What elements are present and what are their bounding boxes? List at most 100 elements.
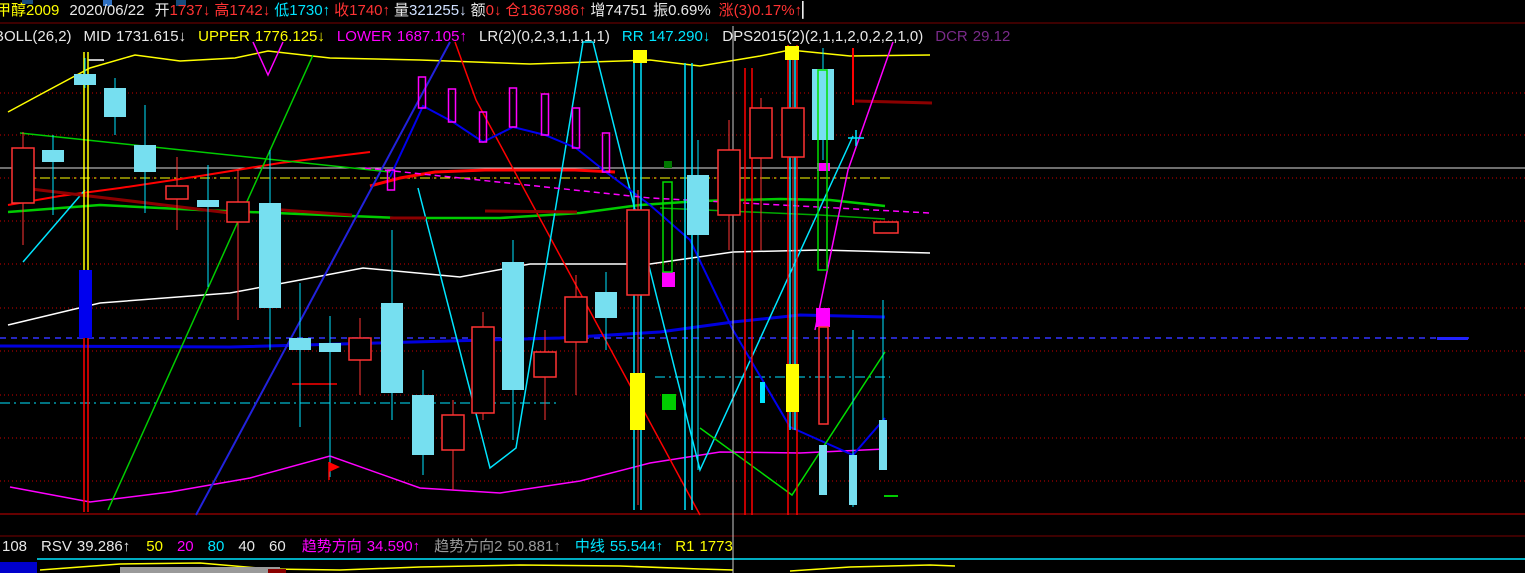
quote-segment: 低	[274, 2, 290, 19]
candle-body	[626, 209, 650, 296]
cyan-mini-bar	[819, 445, 827, 495]
candle-body	[502, 262, 524, 390]
candle-body	[104, 88, 126, 117]
boll-param-segment: LR(2)(0,2,3,1,1,1,1)	[478, 28, 610, 45]
magenta-range-bar	[447, 88, 457, 123]
sub-pane-blue-block	[0, 562, 37, 573]
candle-body	[134, 145, 156, 172]
green-trend-down	[19, 132, 391, 173]
boll-param-segment: UPPER	[198, 28, 250, 45]
quote-segment: 高	[214, 2, 230, 19]
sub-pane-gray-area	[120, 567, 280, 573]
signal-yellow-bar	[630, 373, 645, 430]
candle-body	[319, 343, 341, 352]
boll-mid-line	[7, 249, 931, 326]
quote-segment: 1740↑	[349, 2, 391, 19]
blue-segment-right	[1437, 337, 1468, 340]
quote-segment: 开	[154, 2, 170, 19]
signal-yellow-top	[633, 50, 647, 63]
candle-body	[533, 351, 557, 378]
quote-segment: 0.69%	[668, 2, 711, 19]
quote-segment: 收	[334, 2, 350, 19]
magenta-range-bar	[508, 87, 518, 128]
sub-indicator-segment: 50.881↑	[507, 538, 561, 555]
candle-body	[749, 107, 773, 159]
quote-segment: 1742↓	[229, 2, 271, 19]
sub-indicator-segment: 80	[207, 538, 225, 555]
candle-body	[348, 337, 372, 361]
candle-body	[412, 395, 434, 455]
quote-segment: 额	[470, 2, 486, 19]
sub-yellow-curve-2	[789, 564, 956, 572]
candle-body	[74, 74, 96, 85]
candle-body	[289, 338, 311, 350]
candle-body	[564, 296, 588, 343]
indicator-params-bar: BOLL(26,2) MID 1731.615↓ UPPER 1776.125↓ LOWE…	[0, 27, 1010, 47]
signal-blue-bar	[79, 270, 92, 338]
blue-trendline	[195, 41, 451, 516]
quote-segment: 振	[653, 2, 669, 19]
quote-segment: 仓	[505, 2, 521, 19]
sub-indicator-segment: 39.286↑	[76, 538, 131, 555]
candle-body	[381, 303, 403, 393]
cyan-mini-bar	[849, 455, 857, 505]
candle-body	[259, 203, 281, 308]
signal-green-dot	[664, 161, 672, 168]
quote-segment: 涨(3)	[718, 2, 753, 19]
quote-segment: 2020/06/22	[69, 2, 145, 19]
maroon-seg-4	[484, 209, 578, 214]
candle-body	[471, 326, 495, 414]
candle-body	[595, 292, 617, 318]
boll-param-segment: MID	[83, 28, 112, 45]
sub-indicator-segment: 55.544↑	[609, 538, 664, 555]
sub-indicator-bar: 108 RSV 39.286↑ 50 20 80 40 60 趋势方向 34.590↑ 趋势方向2 5…	[2, 537, 733, 557]
sub-indicator-segment: 50	[146, 538, 163, 555]
quote-segment: 1730↑	[289, 2, 331, 19]
boll-param-segment: RR	[621, 28, 644, 45]
boll-param-segment: 1731.615↓	[116, 28, 187, 45]
signal-green-column	[662, 181, 673, 273]
sub-indicator-segment: 60	[269, 538, 286, 555]
green-trend-up	[107, 54, 314, 511]
candle-body	[11, 147, 35, 204]
quote-segment: 增	[590, 2, 606, 19]
boll-param-segment: DCR	[935, 28, 968, 45]
magenta-range-bar	[571, 107, 581, 149]
magenta-dashed-line	[364, 167, 931, 214]
boll-param-segment: DPS2015(2)(2,1,1,2,0,2,2,1,0)	[722, 28, 924, 45]
flag-marker	[329, 462, 340, 472]
boll-param-segment: 147.290↓	[648, 28, 711, 45]
candle-body	[197, 200, 219, 207]
signal-magenta-bar	[662, 272, 675, 287]
candle-body	[812, 69, 834, 140]
sub-indicator-segment: 1773	[699, 538, 733, 555]
cyan-mini-bar	[760, 382, 765, 403]
chart-canvas[interactable]	[0, 0, 1525, 573]
sub-indicator-segment: 40	[238, 538, 256, 555]
signal-green-bar	[662, 394, 676, 410]
sub-indicator-segment: 趋势方向2	[434, 538, 503, 555]
boll-param-segment: LOWER	[336, 28, 392, 45]
quote-segment: 74751	[605, 2, 648, 19]
sub-indicator-segment: 34.590↑	[366, 538, 421, 555]
sub-indicator-segment: R1	[675, 538, 695, 555]
sub-indicator-segment: 108	[2, 538, 28, 555]
quote-segment: 量	[394, 2, 410, 19]
candle-body	[441, 414, 465, 451]
boll-param-segment: 1687.105↑	[396, 28, 467, 45]
cyan-mini-bar	[879, 420, 887, 470]
red-hollow-bar	[873, 221, 899, 234]
quote-segment: 甲醇2009	[0, 2, 60, 19]
sub-indicator-segment: RSV	[41, 538, 72, 555]
signal-magenta-bar	[816, 308, 830, 327]
candle-body	[42, 150, 64, 162]
trading-terminal: 甲醇2009 2020/06/22 开 1737↓ 高 1742↓ 低 1730↑ 收 1740↑…	[0, 0, 1525, 573]
magenta-range-bar	[540, 93, 550, 136]
candle-body	[165, 185, 189, 200]
sub-indicator-segment: 20	[176, 538, 194, 555]
quote-segment: 0↓	[485, 2, 502, 19]
quote-info-bar: 甲醇2009 2020/06/22 开 1737↓ 高 1742↓ 低 1730↑ 收 1740↑…	[0, 1, 814, 21]
candle-body	[781, 107, 805, 158]
boll-param-segment: 1776.125↓	[254, 28, 325, 45]
signal-magenta-bar	[817, 163, 830, 171]
